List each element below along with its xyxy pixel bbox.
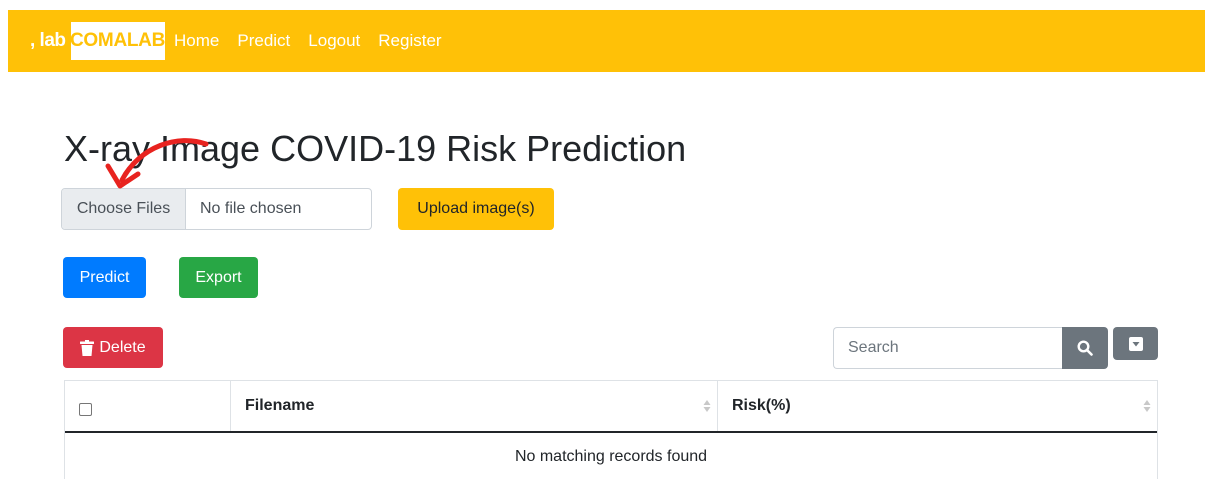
brand-logo[interactable]: , lab COMALAB — [30, 22, 165, 60]
nav-link-home[interactable]: Home — [174, 31, 219, 51]
sort-icon — [1143, 400, 1151, 412]
search-input[interactable] — [833, 327, 1062, 369]
choose-files-button[interactable]: Choose Files — [62, 189, 186, 229]
trash-icon — [80, 339, 95, 356]
file-input[interactable]: Choose Files No file chosen — [61, 188, 372, 230]
delete-button[interactable]: Delete — [63, 327, 163, 368]
export-button[interactable]: Export — [179, 257, 258, 298]
page-title: X-ray Image COVID-19 Risk Prediction — [64, 128, 687, 169]
select-all-checkbox[interactable] — [79, 402, 92, 416]
brand-prefix: , lab — [30, 30, 66, 51]
header-filename-label: Filename — [245, 397, 315, 414]
upload-images-button[interactable]: Upload image(s) — [398, 188, 554, 230]
search-icon — [1077, 340, 1093, 356]
caret-down-icon — [1128, 336, 1143, 351]
nav-link-logout[interactable]: Logout — [308, 31, 360, 51]
header-select-cell — [65, 381, 231, 431]
columns-toggle-button[interactable] — [1113, 327, 1158, 360]
navbar: , lab COMALAB Home Predict Logout Regist… — [8, 10, 1205, 72]
predict-button[interactable]: Predict — [63, 257, 146, 298]
header-filename[interactable]: Filename — [231, 381, 718, 431]
table-header: Filename Risk(%) — [65, 381, 1157, 433]
results-table: Filename Risk(%) No matching records fou… — [64, 380, 1158, 479]
nav-link-register[interactable]: Register — [378, 31, 441, 51]
nav-link-predict[interactable]: Predict — [237, 31, 290, 51]
header-risk[interactable]: Risk(%) — [718, 381, 1157, 431]
search-button[interactable] — [1062, 327, 1108, 369]
file-status-text: No file chosen — [200, 200, 302, 217]
search-group — [833, 327, 1108, 369]
nav-links: Home Predict Logout Register — [174, 10, 460, 72]
delete-label: Delete — [99, 338, 146, 356]
brand-name: COMALAB — [70, 22, 165, 60]
sort-icon — [703, 400, 711, 412]
header-risk-label: Risk(%) — [732, 397, 791, 414]
empty-table-message: No matching records found — [514, 447, 708, 465]
